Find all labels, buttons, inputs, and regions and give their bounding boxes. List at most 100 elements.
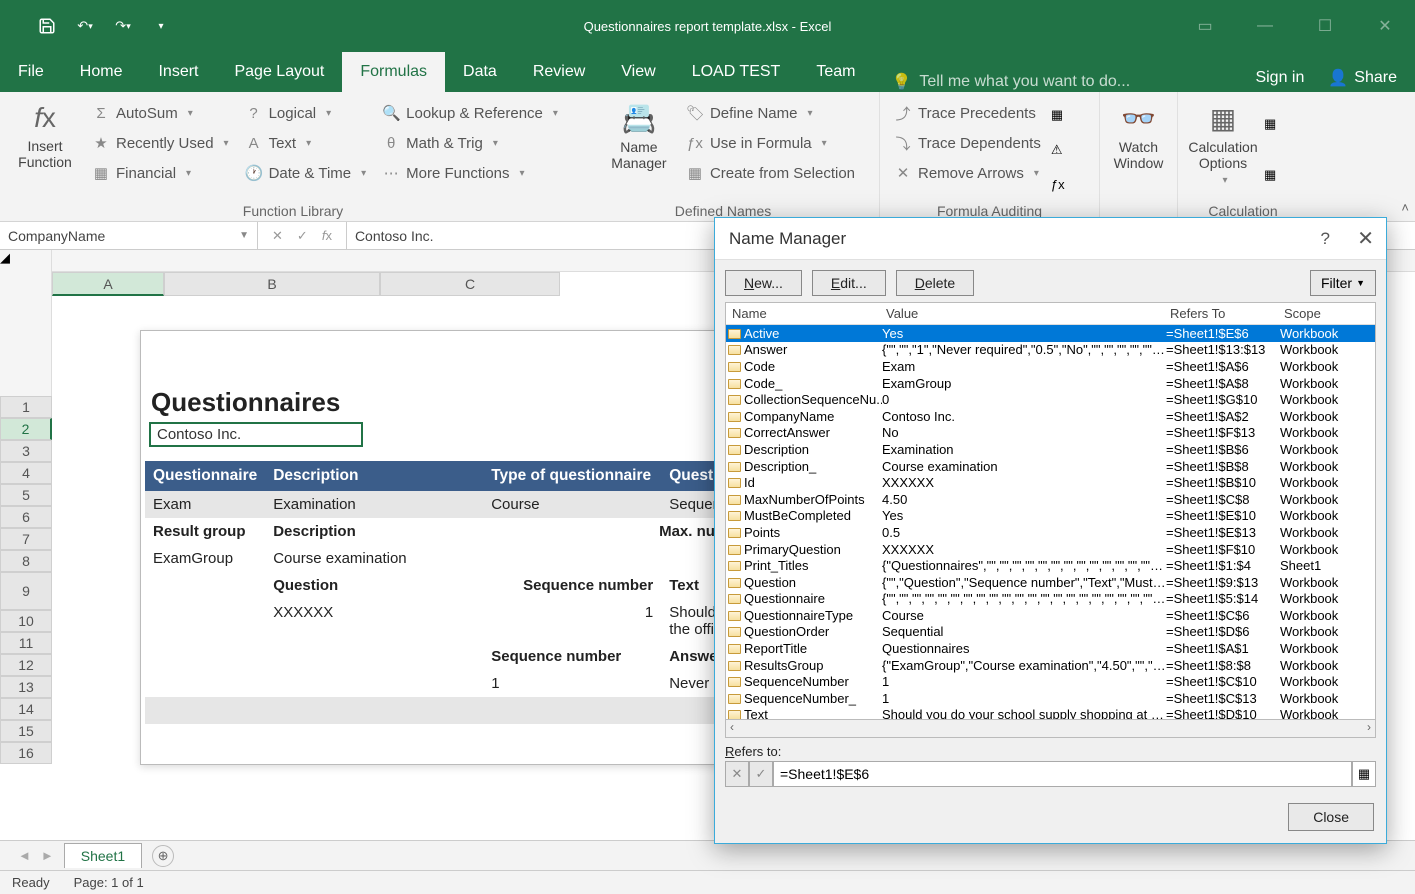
name-row[interactable]: TextShould you do your school supply sho…: [726, 707, 1375, 720]
row-header-10[interactable]: 10: [0, 610, 52, 632]
filter-button[interactable]: Filter▼: [1310, 270, 1376, 296]
name-row[interactable]: CorrectAnswerNo=Sheet1!$F$13Workbook: [726, 425, 1375, 442]
name-row[interactable]: MaxNumberOfPoints4.50=Sheet1!$C$8Workboo…: [726, 491, 1375, 508]
ribbon-display-options[interactable]: ▭: [1175, 8, 1235, 44]
cancel-formula-icon[interactable]: ✕: [272, 228, 283, 244]
dialog-title-bar[interactable]: Name Manager ? ✕: [715, 218, 1386, 260]
new-button[interactable]: New...: [725, 270, 802, 296]
formulas-tab[interactable]: Formulas: [342, 52, 445, 92]
col-header-b[interactable]: B: [164, 272, 380, 296]
name-row[interactable]: ResultsGroup{"ExamGroup","Course examina…: [726, 657, 1375, 674]
col-refers-to[interactable]: Refers To: [1164, 304, 1278, 323]
calculation-options-button[interactable]: ▦Calculation Options: [1186, 98, 1260, 201]
close-button[interactable]: Close: [1288, 803, 1374, 831]
watch-window-button[interactable]: 👓Watch Window: [1108, 98, 1169, 217]
name-row[interactable]: MustBeCompletedYes=Sheet1!$E$10Workbook: [726, 508, 1375, 525]
error-checking-icon[interactable]: ⚠: [1051, 142, 1065, 158]
load-test-tab[interactable]: LOAD TEST: [674, 52, 799, 92]
share-button[interactable]: 👤Share: [1318, 64, 1407, 92]
collapse-ribbon-icon[interactable]: ˄: [1401, 200, 1409, 215]
row-header-4[interactable]: 4: [0, 462, 52, 484]
help-icon[interactable]: ?: [1321, 229, 1330, 249]
trace-dependents-button[interactable]: ⤵Trace Dependents: [888, 128, 1047, 158]
close-icon[interactable]: ✕: [1357, 226, 1374, 251]
edit-button[interactable]: Edit...: [812, 270, 886, 296]
row-header-2[interactable]: 2: [0, 418, 52, 440]
name-row[interactable]: SequenceNumber_1=Sheet1!$C$13Workbook: [726, 690, 1375, 707]
tell-me-search[interactable]: 💡Tell me what you want to do...: [891, 72, 1130, 92]
name-box[interactable]: CompanyName▼: [0, 222, 258, 249]
math-trig-button[interactable]: θMath & Trig: [376, 128, 564, 158]
name-row[interactable]: DescriptionExamination=Sheet1!$B$6Workbo…: [726, 441, 1375, 458]
autosum-button[interactable]: ΣAutoSum: [86, 98, 235, 128]
horizontal-scrollbar[interactable]: ‹›: [725, 720, 1376, 738]
insert-function-button[interactable]: fxInsert Function: [8, 98, 82, 201]
name-row[interactable]: Questionnaire{"","","","","","","","",""…: [726, 591, 1375, 608]
team-tab[interactable]: Team: [798, 52, 873, 92]
name-row[interactable]: IdXXXXXX=Sheet1!$B$10Workbook: [726, 474, 1375, 491]
name-row[interactable]: Question{"","Question","Sequence number"…: [726, 574, 1375, 591]
row-header-1[interactable]: 1: [0, 396, 52, 418]
name-row[interactable]: PrimaryQuestionXXXXXX=Sheet1!$F$10Workbo…: [726, 541, 1375, 558]
sign-in-link[interactable]: Sign in: [1255, 69, 1304, 87]
insert-tab[interactable]: Insert: [140, 52, 216, 92]
view-tab[interactable]: View: [603, 52, 673, 92]
row-header-14[interactable]: 14: [0, 698, 52, 720]
row-header-9[interactable]: 9: [0, 572, 52, 610]
name-row[interactable]: Answer{"","","1","Never required","0.5",…: [726, 342, 1375, 359]
col-name[interactable]: Name: [726, 304, 880, 323]
date-time-button[interactable]: 🕐Date & Time: [239, 158, 373, 188]
sheet-nav-prev[interactable]: ◄: [18, 848, 31, 863]
row-header-3[interactable]: 3: [0, 440, 52, 462]
create-from-selection-button[interactable]: ▦Create from Selection: [680, 158, 861, 188]
text-button[interactable]: AText: [239, 128, 373, 158]
select-all-corner[interactable]: ◢: [0, 250, 52, 272]
range-picker-icon[interactable]: ▦: [1352, 761, 1376, 787]
recently-used-button[interactable]: ★Recently Used: [86, 128, 235, 158]
name-row[interactable]: Points0.5=Sheet1!$E$13Workbook: [726, 524, 1375, 541]
row-header-6[interactable]: 6: [0, 506, 52, 528]
save-button[interactable]: [28, 9, 66, 43]
name-row[interactable]: QuestionOrderSequential=Sheet1!$D$6Workb…: [726, 624, 1375, 641]
fx-icon[interactable]: fx: [322, 228, 332, 243]
lookup-reference-button[interactable]: 🔍Lookup & Reference: [376, 98, 564, 128]
calculate-sheet-icon[interactable]: ▦: [1264, 167, 1276, 183]
page-layout-tab[interactable]: Page Layout: [216, 52, 342, 92]
row-header-8[interactable]: 8: [0, 550, 52, 572]
define-name-button[interactable]: 🏷Define Name: [680, 98, 861, 128]
file-tab[interactable]: File: [0, 52, 62, 92]
col-header-a[interactable]: A: [52, 272, 164, 296]
data-tab[interactable]: Data: [445, 52, 515, 92]
use-in-formula-button[interactable]: ƒxUse in Formula: [680, 128, 861, 158]
row-header-5[interactable]: 5: [0, 484, 52, 506]
col-scope[interactable]: Scope: [1278, 304, 1375, 323]
logical-button[interactable]: ?Logical: [239, 98, 373, 128]
sheet-nav-next[interactable]: ►: [41, 848, 54, 863]
col-value[interactable]: Value: [880, 304, 1164, 323]
more-functions-button[interactable]: ⋯More Functions: [376, 158, 564, 188]
undo-button[interactable]: ↶▾: [66, 9, 104, 43]
remove-arrows-button[interactable]: ✕Remove Arrows: [888, 158, 1047, 188]
name-row[interactable]: ActiveYes=Sheet1!$E$6Workbook: [726, 325, 1375, 342]
col-header-c[interactable]: C: [380, 272, 560, 296]
row-header-12[interactable]: 12: [0, 654, 52, 676]
row-header-7[interactable]: 7: [0, 528, 52, 550]
name-row[interactable]: CollectionSequenceNu...0=Sheet1!$G$10Wor…: [726, 391, 1375, 408]
sheet-tab[interactable]: Sheet1: [64, 843, 142, 868]
cancel-refers-to-button[interactable]: ✕: [725, 761, 749, 787]
selected-cell[interactable]: Contoso Inc.: [149, 422, 363, 447]
name-row[interactable]: CodeExam=Sheet1!$A$6Workbook: [726, 358, 1375, 375]
name-row[interactable]: Description_Course examination=Sheet1!$B…: [726, 458, 1375, 475]
refers-to-input[interactable]: [773, 761, 1352, 787]
row-header-11[interactable]: 11: [0, 632, 52, 654]
show-formulas-icon[interactable]: ▦: [1051, 107, 1065, 123]
qat-customize[interactable]: ▾: [142, 9, 180, 43]
enter-formula-icon[interactable]: ✓: [297, 228, 308, 244]
evaluate-formula-icon[interactable]: ƒx: [1051, 177, 1065, 192]
name-row[interactable]: ReportTitleQuestionnaires=Sheet1!$A$1Wor…: [726, 640, 1375, 657]
name-row[interactable]: SequenceNumber1=Sheet1!$C$10Workbook: [726, 673, 1375, 690]
name-row[interactable]: CompanyNameContoso Inc.=Sheet1!$A$2Workb…: [726, 408, 1375, 425]
home-tab[interactable]: Home: [62, 52, 141, 92]
row-header-16[interactable]: 16: [0, 742, 52, 764]
row-header-13[interactable]: 13: [0, 676, 52, 698]
